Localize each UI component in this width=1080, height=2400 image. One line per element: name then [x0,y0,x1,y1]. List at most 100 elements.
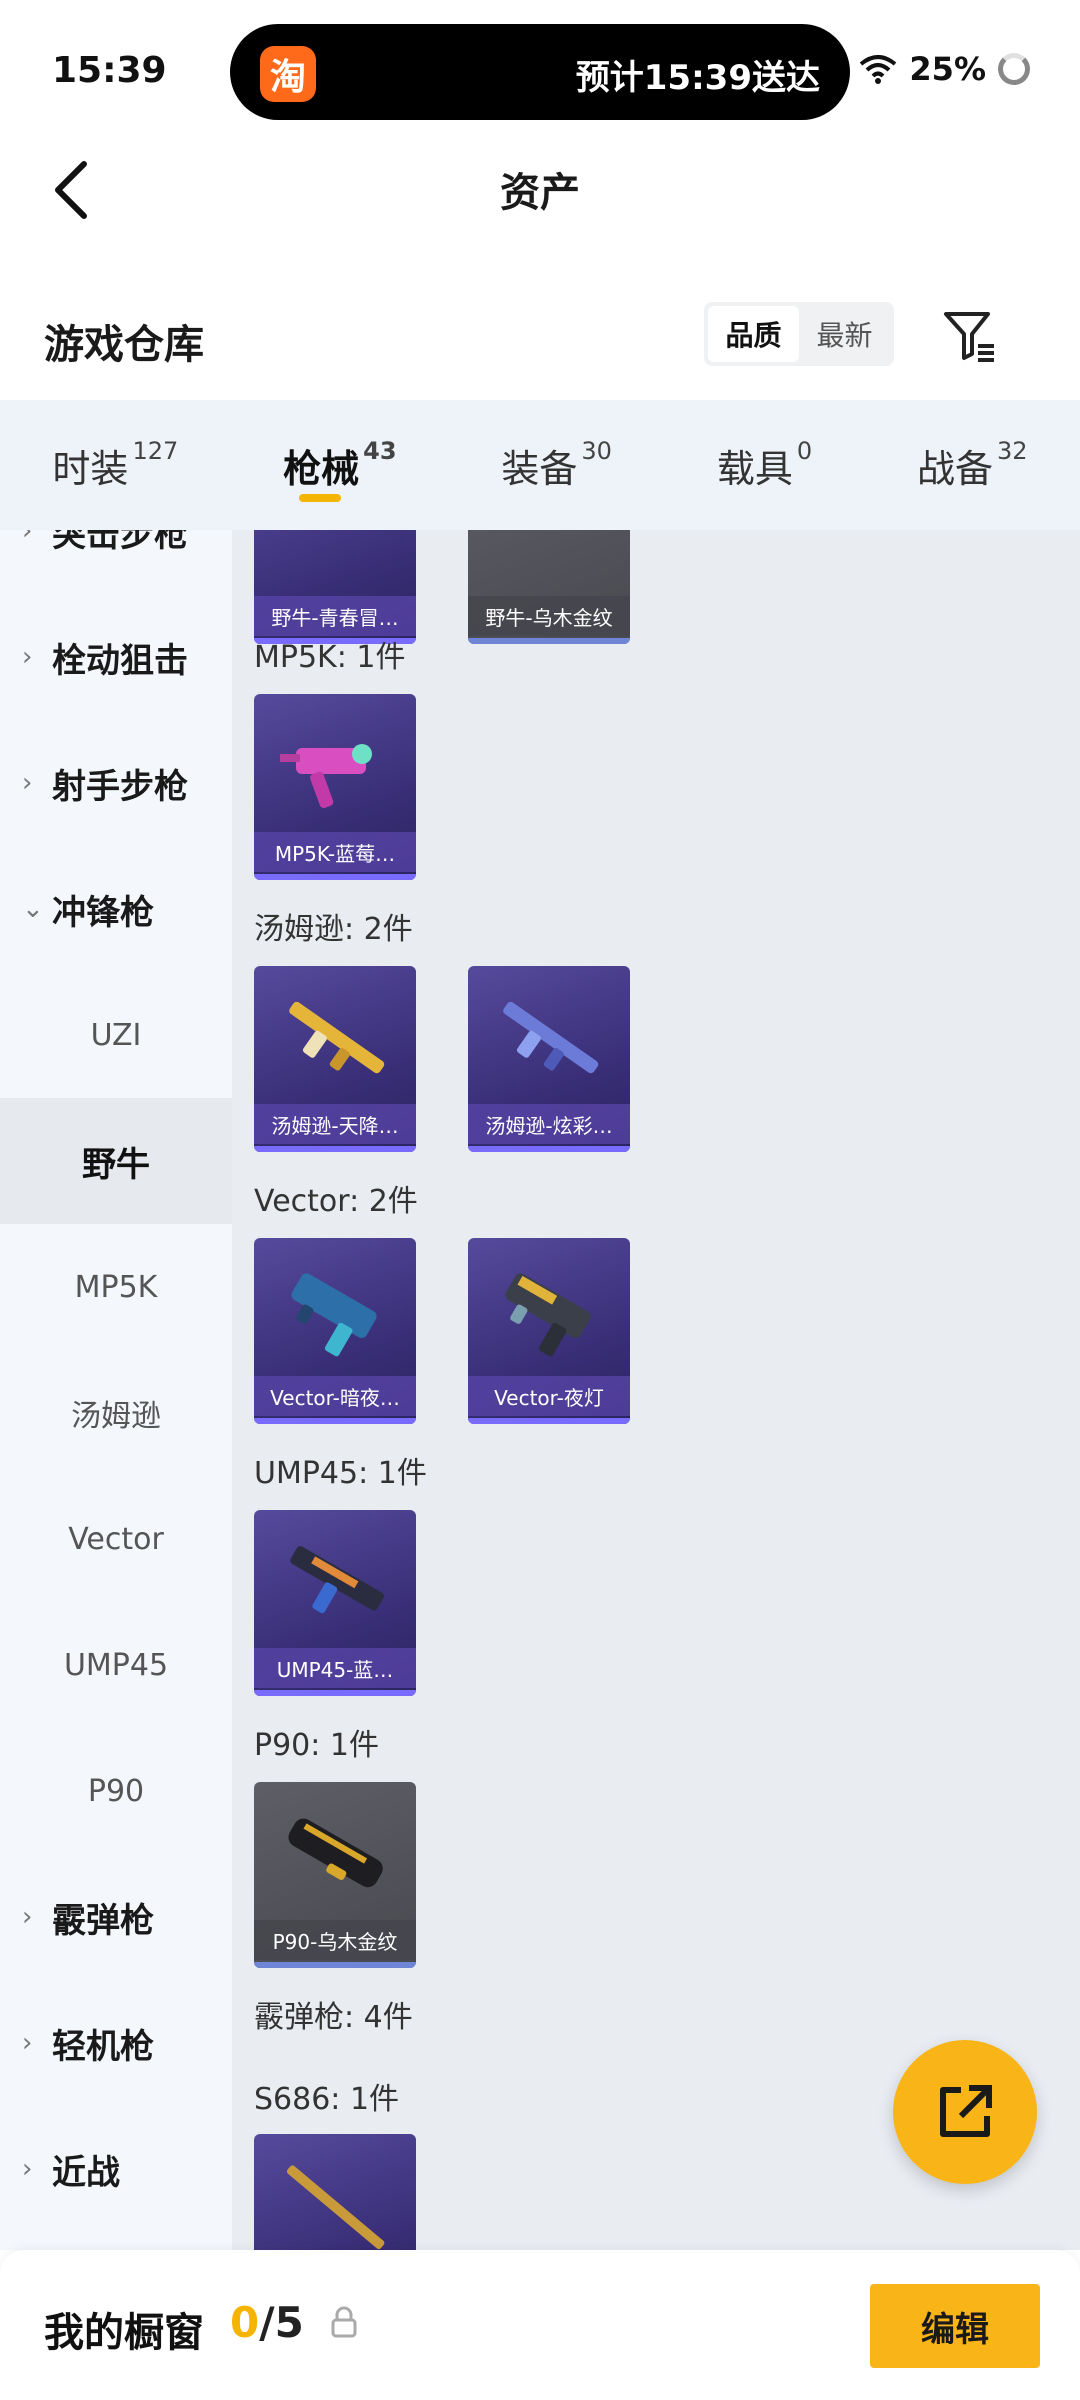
sidebar-item-lmg[interactable]: › 轻机枪 [0,1980,232,2106]
tab-label: 战备 [916,446,993,491]
sidebar-item-ump45[interactable]: UMP45 [0,1602,232,1728]
sidebar-item-marksman-rifle[interactable]: › 射手步枪 [0,720,232,846]
weapon-card-label: 野牛-乌木金纹 [468,596,630,636]
group-title: S686: 1件 [254,2082,400,2117]
group-title: P90: 1件 [254,1728,379,1763]
sidebar-item-smg[interactable]: ⌄ 冲锋枪 [0,846,232,972]
delivery-eta-text: 预计15:39送达 [575,58,820,98]
lock-icon [331,2306,357,2338]
weapon-card[interactable]: 野牛-青春冒… [254,530,416,644]
group-title: UMP45: 1件 [254,1456,427,1491]
tab-count: 32 [996,437,1028,465]
top-navigation: 资产 [0,140,1080,240]
weapon-card-label: 汤姆逊-炫彩… [468,1104,630,1144]
edit-button[interactable]: 编辑 [870,2284,1040,2368]
p90-icon [288,1818,383,1888]
status-bar: 15:39 淘 预计15:39送达 25% [0,0,1080,140]
weapon-card[interactable] [254,2134,416,2250]
weapon-card[interactable]: 汤姆逊-炫彩… [468,966,630,1152]
chevron-right-icon: › [22,530,33,546]
battery-percent: 25% [909,50,986,88]
weapon-card-label: UMP45-蓝… [254,1648,416,1688]
tommy-gun-blue-icon [503,1001,599,1074]
tab-label: 枪械 [283,446,360,491]
tab-label: 时装 [52,446,129,491]
sidebar-item-label: 霰弹枪 [52,1900,154,1941]
taobao-logo-icon: 淘 [260,46,316,102]
tab-count: 0 [796,437,813,465]
vector-nightlight-icon [505,1273,591,1357]
sidebar-item-label: 突击步枪 [52,530,188,555]
showcase-total: /5 [259,2298,304,2347]
weapon-card-label: MP5K-蓝莓… [254,832,416,872]
sort-quality-button[interactable]: 品质 [708,306,799,362]
sidebar-item-uzi[interactable]: UZI [0,972,232,1098]
filter-icon[interactable] [940,306,1000,366]
showcase-label: 我的橱窗 [44,2310,204,2356]
sidebar-item-label: 近战 [52,2152,120,2193]
tab-count: 43 [363,437,397,465]
sidebar-item-assault-rifle[interactable]: › 突击步枪 [0,530,232,594]
sort-newest-button[interactable]: 最新 [799,306,890,362]
sidebar-item-bolt-sniper[interactable]: › 栓动狙击 [0,594,232,720]
ump45-icon [290,1546,384,1614]
weapon-image-icon [274,530,396,582]
sidebar-item-shotgun[interactable]: › 霰弹枪 [0,1854,232,1980]
tab-label: 装备 [501,446,578,491]
showcase-bar: 我的橱窗 0/5 编辑 [0,2250,1080,2400]
vector-dark-icon [291,1273,377,1357]
group-title: MP5K: 1件 [254,640,406,675]
wifi-icon [859,54,897,84]
sort-toggle: 品质 最新 [704,302,894,366]
rarity-bar [468,1146,630,1152]
tab-count: 30 [581,437,612,465]
sidebar-item-mp5k[interactable]: MP5K [0,1224,232,1350]
weapon-card[interactable]: Vector-暗夜… [254,1238,416,1424]
warehouse-header: 游戏仓库 品质 最新 [0,290,1080,400]
chevron-right-icon: › [22,2154,33,2184]
weapon-card[interactable]: Vector-夜灯 [468,1238,630,1424]
sidebar-list: › 突击步枪 › 栓动狙击 › 射手步枪 ⌄ 冲锋枪 UZI 野牛 MP5K 汤姆逊 V… [0,530,232,2232]
weapon-card[interactable]: UMP45-蓝… [254,1510,416,1696]
sidebar-item-melee[interactable]: › 近战 [0,2106,232,2232]
sidebar-item-label: 射手步枪 [52,766,188,807]
tab-equipment[interactable]: 装备 30 [491,400,622,530]
group-title: 霰弹枪: 4件 [254,2000,413,2035]
sidebar-item-thompson[interactable]: 汤姆逊 [0,1350,232,1476]
weapon-card-label: 野牛-青春冒… [254,596,416,636]
tab-vehicles[interactable]: 载具 0 [707,400,822,530]
status-time: 15:39 [52,50,167,91]
chevron-right-icon: › [22,642,33,672]
sidebar-item-p90[interactable]: P90 [0,1728,232,1854]
tab-firearms[interactable]: 枪械 43 [273,400,406,530]
tab-count: 127 [132,437,179,465]
weapon-card-label: 汤姆逊-天降… [254,1104,416,1144]
tab-fashion[interactable]: 时装 127 [42,400,188,530]
rarity-bar [254,1690,416,1696]
tommy-gun-gold-icon [289,1001,385,1074]
battery-icon [998,53,1030,85]
tab-supplies[interactable]: 战备 32 [907,400,1038,530]
shotgun-icon [286,2165,385,2250]
chevron-down-icon: ⌄ [22,894,44,924]
weapon-card[interactable]: 野牛-乌木金纹 [468,530,630,644]
weapon-card-label: P90-乌木金纹 [254,1920,416,1960]
rarity-bar [254,1418,416,1424]
weapon-card[interactable]: 汤姆逊-天降… [254,966,416,1152]
sidebar-item-label: 轻机枪 [52,2026,154,2067]
share-external-icon [940,2085,992,2137]
share-fab-button[interactable] [893,2040,1037,2184]
sidebar-item-label: 栓动狙击 [52,640,188,681]
dynamic-island[interactable]: 淘 预计15:39送达 [230,24,850,120]
sidebar-item-vector[interactable]: Vector [0,1476,232,1602]
weapon-card-label: Vector-暗夜… [254,1376,416,1416]
category-tabs: 时装 127 枪械 43 装备 30 载具 0 战备 32 [0,400,1080,530]
rarity-bar [254,874,416,880]
status-indicators: 25% [859,50,1030,88]
weapon-card[interactable]: MP5K-蓝莓… [254,694,416,880]
weapon-card[interactable]: P90-乌木金纹 [254,1782,416,1968]
sidebar-item-bizon[interactable]: 野牛 [0,1098,232,1224]
rarity-bar [254,1962,416,1968]
sidebar-item-label: 冲锋枪 [52,892,154,933]
rarity-bar [468,1418,630,1424]
